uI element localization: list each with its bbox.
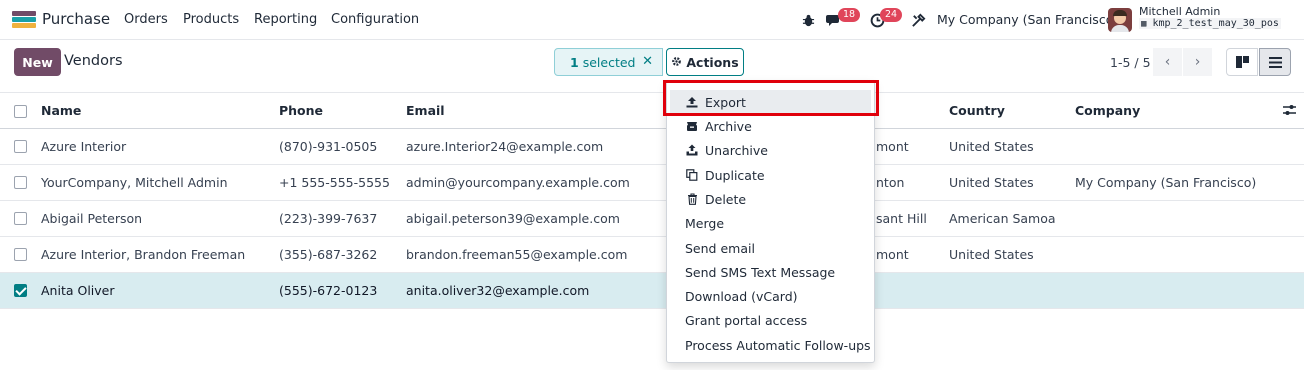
menu-item-merge[interactable]: Merge bbox=[667, 211, 874, 235]
activities-counter: 24 bbox=[880, 8, 903, 22]
cell-phone: (555)-672-0123 bbox=[279, 283, 378, 298]
list-view-icon[interactable] bbox=[1259, 48, 1291, 76]
menu-configuration[interactable]: Configuration bbox=[331, 12, 419, 27]
cell-phone: (355)-687-3262 bbox=[279, 247, 378, 262]
cell-country: United States bbox=[949, 175, 1034, 190]
page-title: Vendors bbox=[64, 53, 123, 69]
table-row[interactable]: YourCompany, Mitchell Admin +1 555-555-5… bbox=[0, 165, 1304, 201]
cell-email: brandon.freeman55@example.com bbox=[406, 247, 628, 262]
trash-icon bbox=[685, 192, 699, 206]
menu-item-label: Delete bbox=[705, 191, 747, 207]
cell-country: United States bbox=[949, 247, 1034, 262]
table-row[interactable]: Azure Interior (870)-931-0505 azure.Inte… bbox=[0, 129, 1304, 165]
database-icon: ▦ bbox=[1141, 19, 1147, 29]
menu-item-archive[interactable]: Archive bbox=[667, 114, 874, 138]
bug-icon[interactable] bbox=[797, 9, 819, 31]
table-row[interactable]: Azure Interior, Brandon Freeman (355)-68… bbox=[0, 237, 1304, 273]
header-email[interactable]: Email bbox=[406, 103, 445, 118]
cell-city: nton bbox=[876, 175, 905, 190]
table-row[interactable]: Abigail Peterson (223)-399-7637 abigail.… bbox=[0, 201, 1304, 237]
actions-button[interactable]: Actions bbox=[666, 48, 744, 76]
cell-city: mont bbox=[876, 139, 909, 154]
pager-value[interactable]: 1-5 / 5 bbox=[1110, 55, 1151, 70]
top-navbar: Purchase Orders Products Reporting Confi… bbox=[0, 0, 1304, 40]
clear-selection-icon[interactable]: ✕ bbox=[642, 54, 653, 69]
cell-name: YourCompany, Mitchell Admin bbox=[41, 175, 228, 190]
menu-item-duplicate[interactable]: Duplicate bbox=[667, 163, 874, 187]
unarchive-icon bbox=[685, 143, 699, 157]
app-name[interactable]: Purchase bbox=[42, 10, 110, 28]
menu-item-label: Duplicate bbox=[705, 167, 765, 183]
new-button[interactable]: New bbox=[14, 48, 61, 76]
copy-icon bbox=[685, 168, 699, 182]
messages-counter: 18 bbox=[838, 8, 861, 22]
select-all-checkbox[interactable] bbox=[14, 105, 27, 118]
menu-item-send-sms[interactable]: Send SMS Text Message bbox=[667, 260, 874, 284]
kanban-view-icon[interactable] bbox=[1226, 48, 1258, 76]
selected-label: selected bbox=[582, 54, 636, 70]
cell-name: Anita Oliver bbox=[41, 283, 115, 298]
row-checkbox[interactable] bbox=[14, 212, 27, 225]
header-phone[interactable]: Phone bbox=[279, 103, 323, 118]
archive-icon bbox=[685, 119, 699, 133]
menu-item-label: Archive bbox=[705, 118, 752, 134]
database-name: ▦ kmp_2_test_may_30_pos bbox=[1139, 18, 1281, 29]
cell-phone: (223)-399-7637 bbox=[279, 211, 378, 226]
header-company[interactable]: Company bbox=[1075, 103, 1140, 118]
row-checkbox[interactable] bbox=[14, 284, 27, 297]
row-checkbox[interactable] bbox=[14, 176, 27, 189]
cell-country: American Samoa bbox=[949, 211, 1056, 226]
header-name[interactable]: Name bbox=[41, 103, 81, 118]
database-label: kmp_2_test_may_30_pos bbox=[1152, 18, 1279, 29]
cell-name: Azure Interior bbox=[41, 139, 127, 154]
cell-city: sant Hill bbox=[876, 211, 927, 226]
cell-country: United States bbox=[949, 139, 1034, 154]
cell-city: mont bbox=[876, 247, 909, 262]
tools-icon[interactable] bbox=[907, 9, 929, 31]
cell-company: My Company (San Francisco) bbox=[1075, 175, 1257, 190]
gear-icon bbox=[671, 55, 682, 70]
menu-item-send-email[interactable]: Send email bbox=[667, 236, 874, 260]
actions-dropdown: Export Archive Unarchive Duplicate Delet… bbox=[666, 81, 875, 363]
menu-item-process-followups[interactable]: Process Automatic Follow-ups bbox=[667, 333, 874, 357]
cell-name: Abigail Peterson bbox=[41, 211, 143, 226]
menu-item-download-vcard[interactable]: Download (vCard) bbox=[667, 284, 874, 308]
user-avatar[interactable] bbox=[1108, 8, 1132, 32]
menu-item-grant-portal-access[interactable]: Grant portal access bbox=[667, 308, 874, 332]
column-options-icon[interactable] bbox=[1283, 104, 1296, 119]
chevron-left-icon[interactable]: ‹ bbox=[1153, 48, 1182, 76]
selected-count: 1 bbox=[570, 54, 579, 70]
header-country[interactable]: Country bbox=[949, 103, 1005, 118]
table-row[interactable]: Anita Oliver (555)-672-0123 anita.oliver… bbox=[0, 273, 1304, 309]
menu-item-unarchive[interactable]: Unarchive bbox=[667, 138, 874, 162]
table-header: Name Phone Email Country Company bbox=[0, 92, 1304, 129]
cell-email: abigail.peterson39@example.com bbox=[406, 211, 620, 226]
row-checkbox[interactable] bbox=[14, 248, 27, 261]
cell-name: Azure Interior, Brandon Freeman bbox=[41, 247, 246, 262]
cell-phone: +1 555-555-5555 bbox=[279, 175, 390, 190]
menu-products[interactable]: Products bbox=[183, 12, 239, 27]
cell-email: anita.oliver32@example.com bbox=[406, 283, 590, 298]
row-checkbox[interactable] bbox=[14, 140, 27, 153]
actions-label: Actions bbox=[686, 54, 739, 70]
purchase-app-icon[interactable] bbox=[12, 11, 36, 29]
menu-orders[interactable]: Orders bbox=[124, 12, 168, 27]
cell-phone: (870)-931-0505 bbox=[279, 139, 378, 154]
company-switcher[interactable]: My Company (San Francisco) bbox=[937, 12, 1118, 27]
menu-item-label: Unarchive bbox=[705, 142, 768, 158]
selection-indicator: 1 selected ✕ bbox=[554, 48, 663, 76]
menu-reporting[interactable]: Reporting bbox=[254, 12, 317, 27]
user-name[interactable]: Mitchell Admin bbox=[1139, 5, 1220, 18]
menu-item-delete[interactable]: Delete bbox=[667, 187, 874, 211]
cell-email: azure.Interior24@example.com bbox=[406, 139, 604, 154]
chevron-right-icon[interactable]: › bbox=[1183, 48, 1212, 76]
highlight-annotation bbox=[663, 80, 879, 116]
cell-email: admin@yourcompany.example.com bbox=[406, 175, 630, 190]
